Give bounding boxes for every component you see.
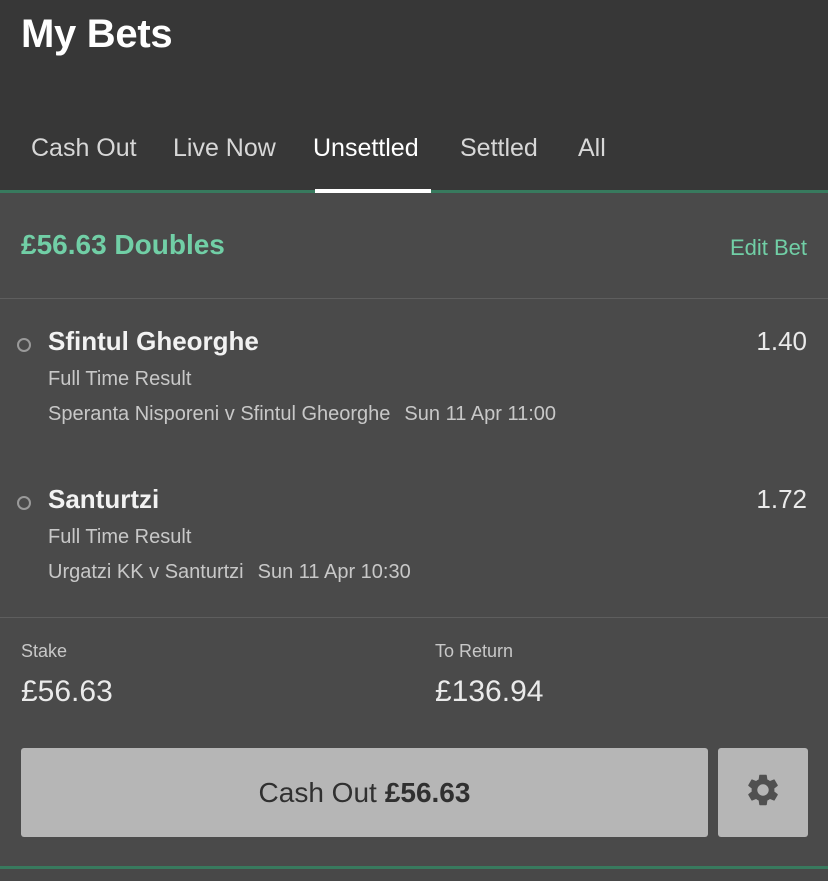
selection-name: Sfintul Gheorghe [48, 326, 259, 356]
tab-cash-out[interactable]: Cash Out [31, 134, 137, 163]
event-time: Sun 11 Apr 11:00 [404, 403, 557, 425]
cash-out-button[interactable]: Cash Out £56.63 [21, 748, 708, 837]
to-return-value: £136.94 [435, 675, 544, 708]
bet-filter-tabs: Cash Out Live Now Unsettled Settled All [0, 128, 828, 190]
tab-live-now[interactable]: Live Now [173, 134, 276, 163]
selection-event: Urgatzi KK v Santurtzi Sun 11 Apr 10:30 [48, 561, 411, 584]
next-bet-card-edge [0, 869, 828, 881]
page-title: My Bets [21, 12, 173, 56]
event-teams: Speranta Nisporeni v Sfintul Gheorghe [48, 403, 391, 425]
selection-odds: 1.72 [756, 484, 807, 514]
bet-selection: Sfintul Gheorghe 1.40 Full Time Result S… [0, 326, 828, 456]
tab-all[interactable]: All [578, 134, 606, 163]
app-header: My Bets Cash Out Live Now Unsettled Sett… [0, 0, 828, 190]
divider [0, 298, 828, 299]
cash-out-label: Cash Out [258, 776, 377, 808]
tab-unsettled[interactable]: Unsettled [313, 134, 419, 163]
bet-title: £56.63 Doubles [21, 229, 225, 260]
event-teams: Urgatzi KK v Santurtzi [48, 561, 244, 583]
to-return-label: To Return [435, 641, 514, 661]
bet-selection: Santurtzi 1.72 Full Time Result Urgatzi … [0, 484, 828, 614]
stake-value: £56.63 [21, 675, 113, 708]
selection-market: Full Time Result [48, 368, 192, 390]
edit-bet-link[interactable]: Edit Bet [730, 235, 807, 261]
gear-icon [744, 771, 782, 814]
selection-name: Santurtzi [48, 484, 160, 514]
selection-status-icon [17, 338, 31, 352]
divider [0, 617, 828, 618]
bet-card: £56.63 Doubles Edit Bet Sfintul Gheorghe… [0, 193, 828, 866]
event-time: Sun 11 Apr 10:30 [257, 561, 411, 583]
selection-market: Full Time Result [48, 526, 192, 548]
tab-settled[interactable]: Settled [460, 134, 538, 163]
cash-out-amount: £56.63 [384, 776, 471, 808]
selection-status-icon [17, 496, 31, 510]
stake-label: Stake [21, 641, 68, 661]
selection-event: Speranta Nisporeni v Sfintul Gheorghe Sun… [48, 403, 556, 426]
selection-odds: 1.40 [756, 326, 807, 356]
cash-out-settings-button[interactable] [718, 748, 808, 837]
